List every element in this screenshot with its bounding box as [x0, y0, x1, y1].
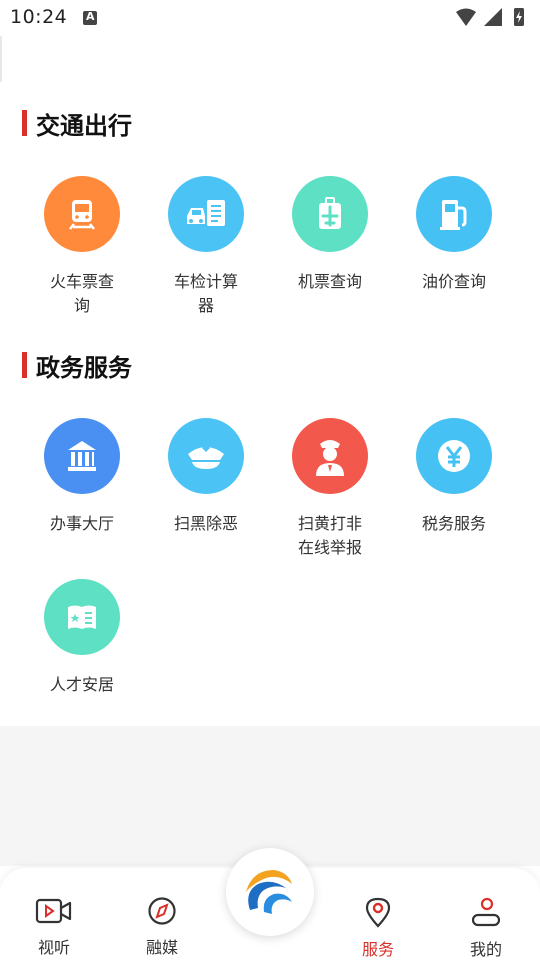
status-time: 10:24 [10, 6, 68, 28]
app-logo-icon [246, 870, 292, 914]
nav-item-media[interactable]: 融媒 [122, 896, 202, 958]
compass-icon [148, 897, 176, 925]
nav-item-profile[interactable]: 我的 [446, 896, 526, 960]
government-hall-icon [44, 418, 120, 494]
nav-label: 我的 [469, 940, 502, 959]
section-title-government: 政务服务 [22, 350, 132, 382]
service-label: 火车票查询 [50, 272, 115, 315]
talent-book-icon [44, 579, 120, 655]
train-icon [44, 176, 120, 252]
location-pin-icon [365, 897, 391, 928]
nav-item-services[interactable]: 服务 [338, 896, 418, 960]
fuel-pump-icon [416, 176, 492, 252]
service-government-hall[interactable]: 办事大厅 [20, 418, 144, 536]
service-label: 机票查询 [298, 272, 363, 291]
police-cap-icon [168, 418, 244, 494]
a-icon: A [83, 10, 97, 25]
service-fuel-price[interactable]: 油价查询 [392, 176, 516, 294]
section-accent-bar [22, 110, 27, 136]
content-background [0, 726, 540, 866]
service-tax[interactable]: 税务服务 [392, 418, 516, 536]
yuan-coin-icon [416, 418, 492, 494]
service-anti-crime[interactable]: 扫黑除恶 [144, 418, 268, 536]
edge-marker [0, 36, 2, 82]
section-title-text: 交通出行 [36, 111, 132, 140]
service-label: 税务服务 [422, 514, 487, 533]
car-inspection-icon [168, 176, 244, 252]
service-label: 扫黄打非在线举报 [298, 514, 363, 557]
status-bar: 10:24 A [0, 0, 540, 36]
service-train-ticket[interactable]: 火车票查询 [20, 176, 144, 318]
service-label: 油价查询 [422, 272, 487, 291]
service-report-illegal[interactable]: 扫黄打非在线举报 [268, 418, 392, 560]
section-title-text: 政务服务 [36, 353, 132, 382]
wifi-icon [456, 8, 476, 26]
nav-item-video[interactable]: 视听 [14, 896, 94, 958]
center-logo-button[interactable] [226, 848, 314, 936]
video-camera-icon [35, 898, 72, 924]
nav-label: 视听 [37, 938, 70, 957]
section-title-transport: 交通出行 [22, 108, 132, 140]
nav-label: 服务 [361, 940, 394, 959]
section-accent-bar [22, 352, 27, 378]
service-label: 人才安居 [50, 675, 115, 694]
nav-label: 融媒 [145, 938, 178, 957]
service-flight-ticket[interactable]: 机票查询 [268, 176, 392, 294]
signal-icon [484, 8, 502, 26]
plane-ticket-icon [292, 176, 368, 252]
police-officer-icon [292, 418, 368, 494]
service-talent-housing[interactable]: 人才安居 [20, 579, 144, 697]
service-label: 扫黑除恶 [174, 514, 239, 533]
service-label: 车检计算器 [174, 272, 239, 315]
service-label: 办事大厅 [50, 514, 115, 533]
user-icon [471, 897, 501, 927]
status-icons [456, 8, 524, 26]
service-car-inspection[interactable]: 车检计算器 [144, 176, 268, 318]
